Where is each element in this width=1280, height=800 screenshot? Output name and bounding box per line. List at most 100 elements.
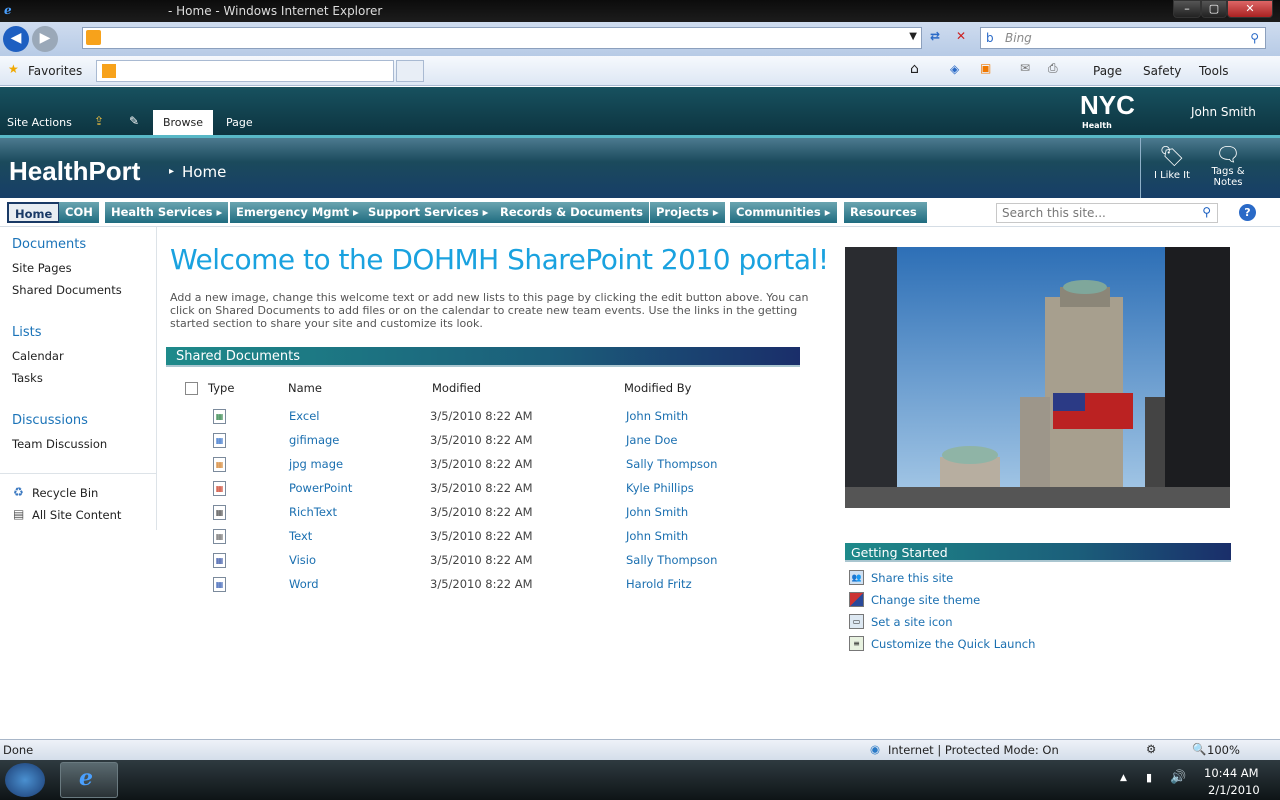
address-dropdown-icon[interactable]: ▼	[909, 31, 917, 42]
doc-modified-by-link[interactable]: Kyle Phillips	[626, 481, 694, 495]
doc-name-link[interactable]: Word	[289, 577, 319, 591]
ql-lists[interactable]: Lists	[12, 325, 42, 340]
doc-name-link[interactable]: Visio	[289, 553, 316, 567]
browser-tab[interactable]	[96, 60, 394, 82]
table-row[interactable]: ▦ PowerPoint 3/5/2010 8:22 AM Kyle Phillips	[185, 481, 785, 505]
home-icon[interactable]: ⌂	[910, 61, 919, 77]
shared-docs-title[interactable]: Shared Documents	[166, 347, 800, 367]
doc-name-link[interactable]: Excel	[289, 409, 319, 423]
table-row[interactable]: ▦ RichText 3/5/2010 8:22 AM John Smith	[185, 505, 785, 529]
print-icon[interactable]: ⎙	[1048, 61, 1058, 76]
nav-records-documents[interactable]: Records & Documents	[494, 202, 650, 223]
ql-discussions[interactable]: Discussions	[12, 413, 88, 428]
ql-tasks[interactable]: Tasks	[12, 371, 43, 385]
table-row[interactable]: ▦ Visio 3/5/2010 8:22 AM Sally Thompson	[185, 553, 785, 577]
doc-modified-by-link[interactable]: Sally Thompson	[626, 457, 717, 471]
start-button[interactable]	[5, 763, 45, 797]
site-actions-menu[interactable]: Site Actions	[7, 116, 72, 129]
feeds-view-icon[interactable]: ◈	[950, 62, 959, 76]
nav-resources[interactable]: Resources	[844, 202, 928, 223]
safety-menu[interactable]: Safety	[1143, 64, 1181, 78]
col-type[interactable]: Type	[208, 381, 234, 395]
network-icon[interactable]: ▮	[1146, 771, 1152, 784]
close-button[interactable]: ✕	[1227, 0, 1273, 18]
i-like-it-button[interactable]: 🏷 I Like It	[1150, 138, 1194, 201]
taskbar-ie-button[interactable]: ℯ	[60, 762, 118, 798]
navigate-up-icon[interactable]: ⇪	[94, 114, 104, 128]
tab-browse[interactable]: Browse	[153, 110, 213, 135]
ql-recycle-bin[interactable]: Recycle Bin	[32, 486, 98, 500]
search-icon[interactable]: ⚲	[1250, 31, 1259, 45]
sp-ribbon: Site Actions ⇪ ✎ Browse Page NYC Health …	[0, 87, 1280, 135]
help-icon[interactable]: ?	[1239, 204, 1256, 221]
refresh-icon[interactable]: ⇄	[930, 29, 940, 43]
doc-modified-by-link[interactable]: Jane Doe	[626, 433, 677, 447]
nav-coh[interactable]: COH	[59, 202, 100, 223]
site-title[interactable]: HealthPort	[9, 156, 140, 187]
maximize-button[interactable]: ▢	[1201, 0, 1227, 18]
doc-name-link[interactable]: jpg mage	[289, 457, 343, 471]
search-icon[interactable]: ⚲	[1202, 205, 1211, 219]
table-row[interactable]: ▦ jpg mage 3/5/2010 8:22 AM Sally Thompson	[185, 457, 785, 481]
col-modified-by[interactable]: Modified By	[624, 381, 691, 395]
address-toolbar: ◀ ▶ ▼ ⇄ ✕ b Bing ⚲	[0, 22, 1280, 56]
ql-documents[interactable]: Documents	[12, 237, 86, 252]
security-zone[interactable]: Internet | Protected Mode: On	[888, 743, 1059, 757]
table-row[interactable]: ▦ Excel 3/5/2010 8:22 AM John Smith	[185, 409, 785, 433]
nav-home[interactable]: Home	[7, 202, 61, 223]
excel-icon: ▦	[213, 409, 226, 424]
doc-modified-by-link[interactable]: Harold Fritz	[626, 577, 692, 591]
stop-icon[interactable]: ✕	[956, 29, 966, 43]
nav-emergency-mgmt[interactable]: Emergency Mgmt ▸	[230, 202, 366, 223]
minimize-button[interactable]: –	[1173, 0, 1201, 18]
new-tab-button[interactable]	[396, 60, 424, 82]
share-site-link[interactable]: Share this site	[871, 571, 953, 585]
ql-shared-documents[interactable]: Shared Documents	[12, 283, 122, 297]
doc-name-link[interactable]: Text	[289, 529, 312, 543]
zoom-level[interactable]: 100%	[1207, 743, 1240, 757]
doc-name-link[interactable]: RichText	[289, 505, 337, 519]
user-menu[interactable]: John Smith	[1191, 105, 1256, 119]
doc-modified-by-link[interactable]: John Smith	[626, 409, 688, 423]
nav-health-services[interactable]: Health Services ▸	[105, 202, 230, 223]
nav-communities[interactable]: Communities ▸	[730, 202, 838, 223]
page-menu[interactable]: Page	[1093, 64, 1122, 78]
rss-icon[interactable]: ▣	[980, 61, 991, 75]
doc-name-link[interactable]: gifimage	[289, 433, 339, 447]
col-name[interactable]: Name	[288, 381, 322, 395]
table-row[interactable]: ▦ Text 3/5/2010 8:22 AM John Smith	[185, 529, 785, 553]
nav-support-services[interactable]: Support Services ▸	[362, 202, 496, 223]
select-all-checkbox[interactable]	[185, 382, 198, 395]
ql-calendar[interactable]: Calendar	[12, 349, 64, 363]
ql-team-discussion[interactable]: Team Discussion	[12, 437, 107, 451]
tab-page[interactable]: Page	[226, 116, 253, 129]
table-row[interactable]: ▦ Word 3/5/2010 8:22 AM Harold Fritz	[185, 577, 785, 601]
change-theme-link[interactable]: Change site theme	[871, 593, 980, 607]
forward-button[interactable]: ▶	[32, 26, 58, 52]
tray-expand-icon[interactable]: ▲	[1120, 773, 1127, 783]
back-button[interactable]: ◀	[3, 26, 29, 52]
set-site-icon-link[interactable]: Set a site icon	[871, 615, 953, 629]
nav-projects[interactable]: Projects ▸	[650, 202, 726, 223]
tags-notes-button[interactable]: 🗨 Tags & Notes	[1206, 138, 1250, 201]
col-modified[interactable]: Modified	[432, 381, 481, 395]
ql-site-pages[interactable]: Site Pages	[12, 261, 72, 275]
site-search-input[interactable]: Search this site... ⚲	[996, 203, 1218, 223]
customize-quick-launch-link[interactable]: Customize the Quick Launch	[871, 637, 1035, 651]
ql-all-site-content[interactable]: All Site Content	[32, 508, 121, 522]
doc-name-link[interactable]: PowerPoint	[289, 481, 352, 495]
table-row[interactable]: ▦ gifimage 3/5/2010 8:22 AM Jane Doe	[185, 433, 785, 457]
doc-modified-by-link[interactable]: John Smith	[626, 505, 688, 519]
search-box[interactable]: b Bing ⚲	[980, 27, 1266, 49]
clock-date[interactable]: 2/1/2010	[1208, 783, 1260, 797]
protected-mode-icon[interactable]: ⚙	[1146, 742, 1156, 756]
mail-icon[interactable]: ✉	[1020, 61, 1030, 75]
favorites-button[interactable]: Favorites	[28, 64, 82, 78]
volume-icon[interactable]: 🔊	[1170, 770, 1186, 785]
doc-modified-by-link[interactable]: John Smith	[626, 529, 688, 543]
address-bar[interactable]: ▼	[82, 27, 922, 49]
tools-menu[interactable]: Tools	[1199, 64, 1229, 78]
clock-time[interactable]: 10:44 AM	[1204, 766, 1259, 780]
edit-page-icon[interactable]: ✎	[129, 114, 139, 128]
doc-modified-by-link[interactable]: Sally Thompson	[626, 553, 717, 567]
